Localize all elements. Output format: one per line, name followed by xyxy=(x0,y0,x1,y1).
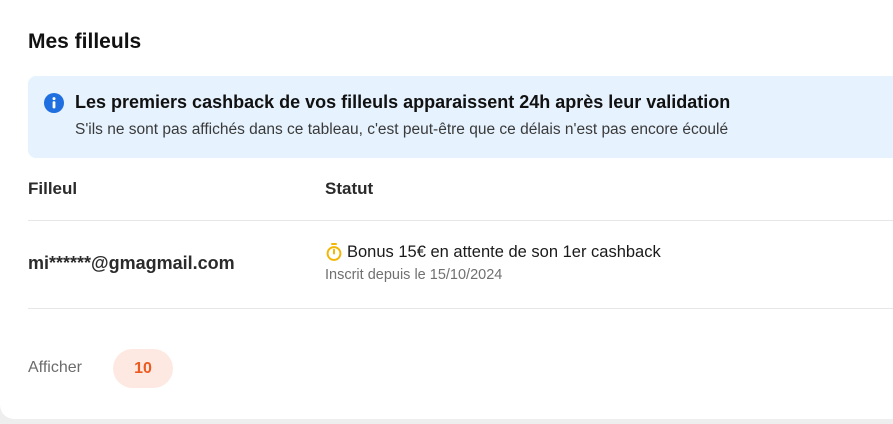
referrals-card: Mes filleuls Les premiers cashback de vo… xyxy=(0,0,893,419)
page-title: Mes filleuls xyxy=(28,30,142,53)
page-size-label: Afficher xyxy=(28,359,82,376)
stopwatch-icon xyxy=(325,242,343,262)
info-subtitle: S'ils ne sont pas affichés dans ce table… xyxy=(75,121,729,138)
info-title: Les premiers cashback de vos filleuls ap… xyxy=(75,92,731,112)
referral-status: Bonus 15€ en attente de son 1er cashback xyxy=(347,243,661,261)
table-divider xyxy=(28,308,893,309)
column-header-statut: Statut xyxy=(325,179,374,198)
table-divider xyxy=(28,220,893,221)
page-size-selector[interactable]: 10 xyxy=(113,349,173,388)
referral-status-detail: Inscrit depuis le 15/10/2024 xyxy=(325,267,503,283)
info-banner: Les premiers cashback de vos filleuls ap… xyxy=(28,76,893,158)
column-header-filleul: Filleul xyxy=(28,179,78,198)
info-circle-icon xyxy=(44,93,64,113)
referral-email: mi******@gmagmail.com xyxy=(28,253,235,273)
